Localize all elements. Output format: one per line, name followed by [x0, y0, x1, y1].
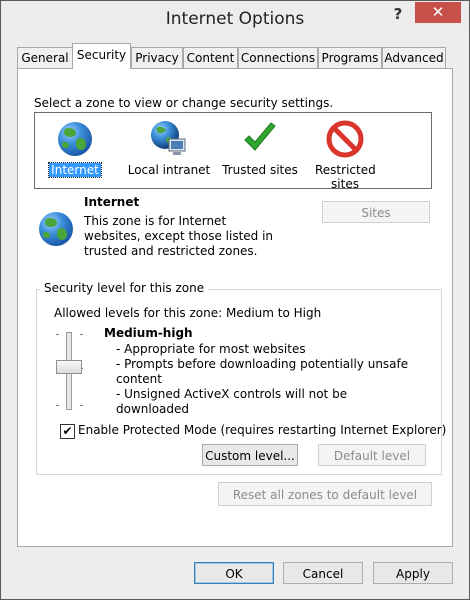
level-bullet: - Prompts before downloading potentially…	[116, 357, 409, 386]
internet-options-dialog: Internet Options ? ✕ General Security Pr…	[0, 0, 470, 600]
default-level-button[interactable]: Default level	[318, 444, 426, 466]
zone-trusted-sites[interactable]: Trusted sites	[217, 117, 303, 177]
slider-tick	[56, 334, 59, 335]
zone-local-intranet[interactable]: Local intranet	[123, 117, 215, 177]
tab-connections[interactable]: Connections	[238, 47, 318, 68]
zone-restricted-sites-label: Restricted sites	[315, 163, 376, 191]
tab-content[interactable]: Content	[183, 47, 238, 68]
restricted-icon	[325, 119, 365, 159]
tab-programs[interactable]: Programs	[318, 47, 382, 68]
sites-button[interactable]: Sites	[322, 201, 430, 223]
tab-privacy[interactable]: Privacy	[131, 47, 183, 68]
zone-local-intranet-label: Local intranet	[127, 163, 211, 177]
security-level-description: - Appropriate for most websites - Prompt…	[116, 342, 416, 417]
ok-button[interactable]: OK	[194, 562, 274, 584]
zone-restricted-sites[interactable]: Restricted sites	[307, 117, 383, 191]
selected-zone-description: This zone is for Internet websites, exce…	[84, 214, 274, 258]
level-bullet: - Appropriate for most websites	[116, 342, 306, 356]
globe-icon	[55, 119, 95, 159]
tab-advanced[interactable]: Advanced	[382, 47, 446, 68]
tab-general[interactable]: General	[17, 47, 73, 68]
cancel-button[interactable]: Cancel	[283, 562, 363, 584]
zone-list: Internet Local intranet Trusted sites Re…	[34, 112, 432, 191]
slider-tick	[80, 334, 83, 335]
title-bar[interactable]: Internet Options ? ✕	[1, 1, 469, 35]
security-level-slider-thumb[interactable]	[56, 360, 82, 374]
intranet-icon	[149, 119, 189, 159]
apply-button[interactable]: Apply	[373, 562, 453, 584]
selected-zone-globe-icon	[36, 209, 76, 249]
security-tab-panel: Select a zone to view or change security…	[17, 68, 453, 547]
protected-mode-checkbox[interactable]: ✔	[60, 424, 75, 439]
allowed-levels: Allowed levels for this zone: Medium to …	[54, 306, 322, 320]
security-level-name: Medium-high	[104, 326, 193, 340]
slider-tick	[56, 405, 59, 406]
checkmark-icon	[240, 119, 280, 159]
window-title: Internet Options	[165, 9, 305, 29]
custom-level-button[interactable]: Custom level...	[202, 444, 298, 466]
zone-internet-label: Internet	[48, 162, 102, 178]
selected-zone-name: Internet	[84, 195, 140, 209]
reset-all-zones-button[interactable]: Reset all zones to default level	[218, 482, 432, 506]
level-bullet: - Unsigned ActiveX controls will not be …	[116, 387, 348, 416]
protected-mode-label: Enable Protected Mode (requires restarti…	[78, 423, 447, 437]
help-button[interactable]: ?	[385, 3, 411, 25]
slider-tick	[80, 405, 83, 406]
security-level-group-label: Security level for this zone	[40, 281, 209, 295]
close-button[interactable]: ✕	[415, 2, 461, 23]
zone-prompt: Select a zone to view or change security…	[34, 96, 334, 110]
tab-security[interactable]: Security	[72, 43, 131, 69]
zone-trusted-sites-label: Trusted sites	[222, 163, 298, 177]
zone-internet[interactable]: Internet	[35, 117, 115, 178]
